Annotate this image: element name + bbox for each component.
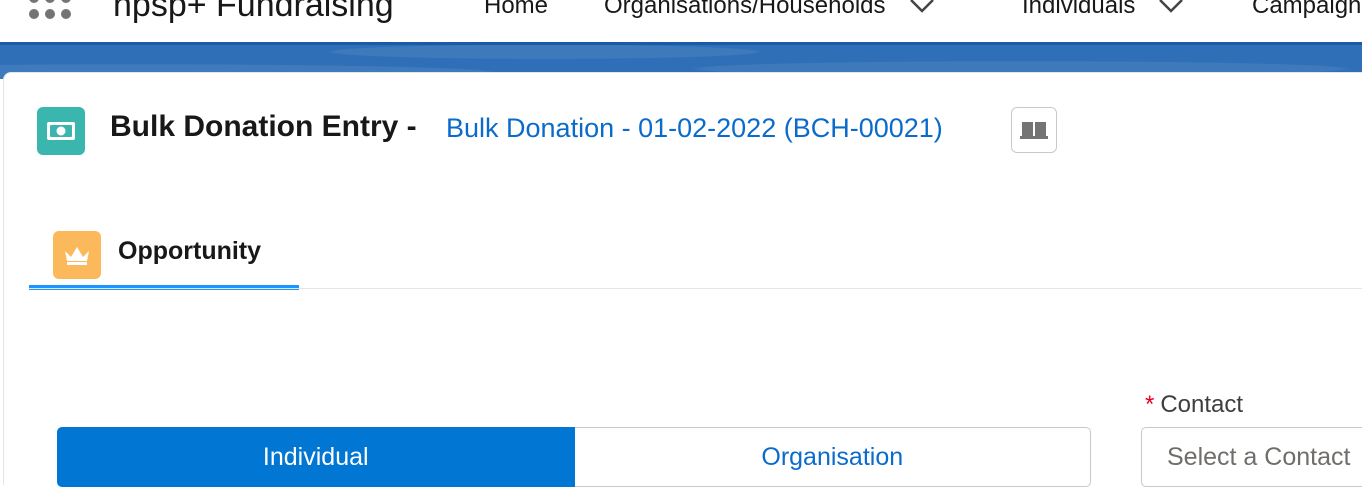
crown-icon [53, 231, 101, 279]
tab-divider [29, 288, 1362, 289]
nav-item-label: Home [484, 0, 549, 19]
nav-item-home[interactable]: Home [484, 0, 548, 20]
contact-lookup-input[interactable] [1141, 427, 1362, 487]
contact-label-text: Contact [1160, 391, 1244, 418]
global-nav: npsp+ Fundraising Home Organisations/Hou… [0, 0, 1362, 42]
individual-button[interactable]: Individual [57, 427, 575, 487]
organisation-button[interactable]: Organisation [574, 427, 1091, 487]
tab-opportunity[interactable]: Opportunity [29, 225, 299, 290]
contact-label: * Contact [1145, 391, 1243, 419]
nav-item-label: Organisations/Households [604, 0, 886, 19]
donor-type-toggle: Individual Organisation [57, 427, 1091, 487]
app-launcher-icon[interactable] [28, 0, 72, 30]
money-icon [37, 107, 85, 155]
book-icon [1020, 122, 1048, 139]
nav-item-organisations[interactable]: Organisations/Households [604, 0, 936, 20]
chevron-down-icon[interactable] [908, 0, 936, 15]
nav-item-individuals[interactable]: Individuals [1022, 0, 1185, 20]
tab-label: Opportunity [118, 237, 262, 265]
app-name: npsp+ Fundraising [113, 0, 394, 24]
batch-link[interactable]: Bulk Donation - 01-02-2022 (BCH-00021) [446, 113, 943, 144]
required-marker: * [1145, 391, 1155, 418]
nav-item-label: Individuals [1022, 0, 1136, 19]
nav-item-label: Campaigns [1252, 0, 1362, 19]
help-button[interactable] [1011, 107, 1057, 153]
page-title: Bulk Donation Entry - [110, 110, 417, 143]
chevron-down-icon[interactable] [1157, 0, 1185, 15]
nav-item-campaigns[interactable]: Campaigns [1252, 0, 1362, 20]
page-card: Bulk Donation Entry - Bulk Donation - 01… [3, 72, 1362, 487]
